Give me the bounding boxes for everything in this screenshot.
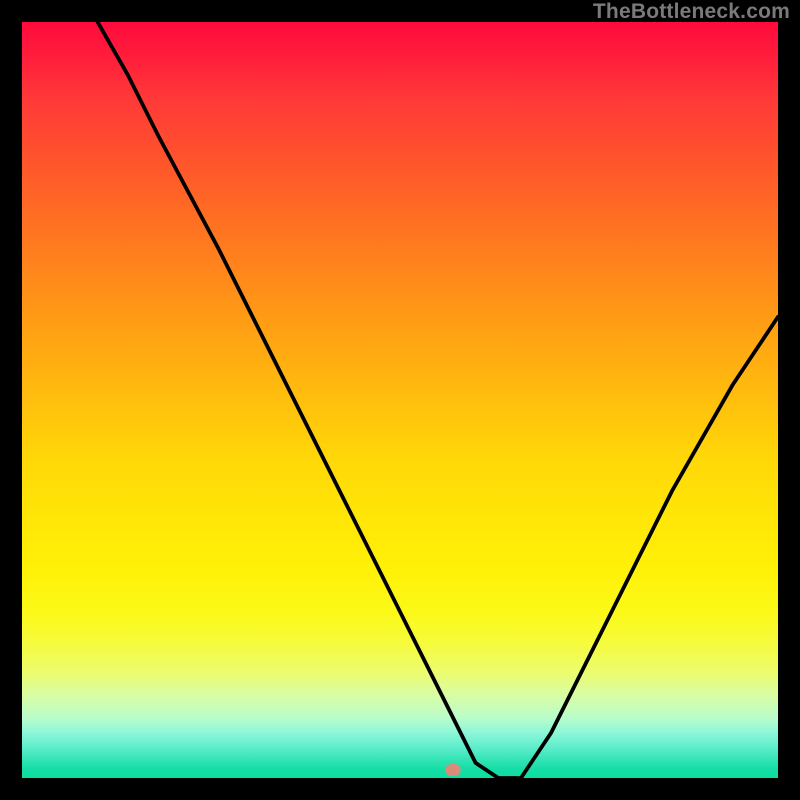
plot-area — [22, 22, 778, 778]
watermark-text: TheBottleneck.com — [593, 0, 790, 24]
bottleneck-marker — [445, 764, 460, 776]
bottleneck-curve — [22, 22, 778, 778]
chart-frame: TheBottleneck.com — [0, 0, 800, 800]
